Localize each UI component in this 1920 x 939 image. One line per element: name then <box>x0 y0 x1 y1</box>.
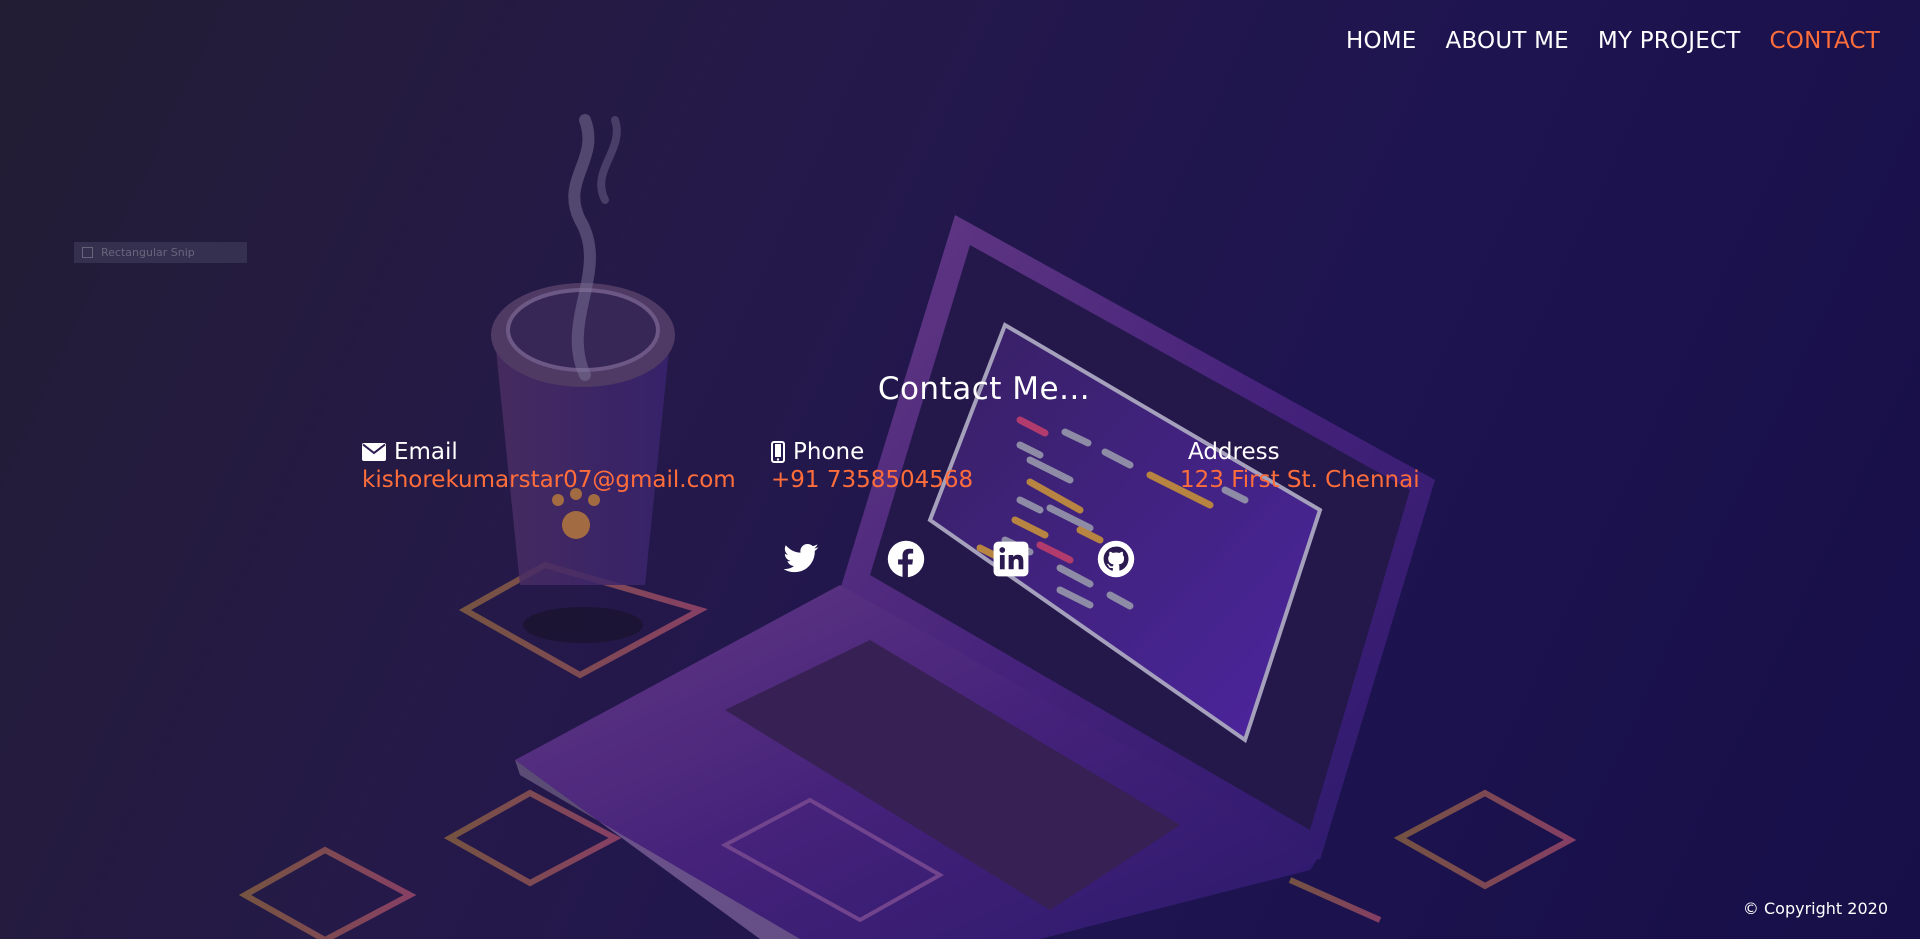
address-value: 123 First St. Chennai <box>1180 467 1420 493</box>
envelope-icon <box>362 443 386 461</box>
mobile-phone-icon <box>771 441 785 463</box>
nav-my-project-link[interactable]: MY PROJECT <box>1598 28 1741 54</box>
top-nav: HOME ABOUT ME MY PROJECT CONTACT <box>1346 28 1880 54</box>
social-links <box>782 540 1135 578</box>
nav-home-link[interactable]: HOME <box>1346 28 1417 54</box>
nav-contact-link[interactable]: CONTACT <box>1770 28 1880 54</box>
facebook-icon[interactable] <box>887 540 925 578</box>
contact-title: Contact Me... <box>877 371 1091 407</box>
twitter-link[interactable] <box>782 540 820 578</box>
github-icon[interactable] <box>1097 540 1135 578</box>
github-link[interactable] <box>1097 540 1135 578</box>
address-label: Address <box>1188 439 1280 465</box>
nav-about-me-link[interactable]: ABOUT ME <box>1446 28 1569 54</box>
phone-value[interactable]: +91 7358504568 <box>771 466 973 494</box>
email-info: Email kishorekumarstar07@gmail.com <box>362 438 736 494</box>
snip-icon <box>82 247 93 258</box>
copyright-text: © Copyright 2020 <box>1742 899 1888 918</box>
rectangular-snip-toolbar: Rectangular Snip <box>74 242 247 263</box>
phone-info: Phone +91 7358504568 <box>771 438 973 494</box>
snip-label: Rectangular Snip <box>101 246 195 259</box>
email-label: Email <box>394 439 458 465</box>
email-value[interactable]: kishorekumarstar07@gmail.com <box>362 466 736 494</box>
twitter-icon[interactable] <box>782 540 820 578</box>
address-info: Address 123 First St. Chennai <box>1180 438 1420 494</box>
facebook-link[interactable] <box>887 540 925 578</box>
linkedin-link[interactable] <box>992 540 1030 578</box>
phone-label: Phone <box>793 439 865 465</box>
page-background: Rectangular Snip HOME ABOUT ME MY PROJEC… <box>0 0 1920 939</box>
linkedin-icon[interactable] <box>992 540 1030 578</box>
